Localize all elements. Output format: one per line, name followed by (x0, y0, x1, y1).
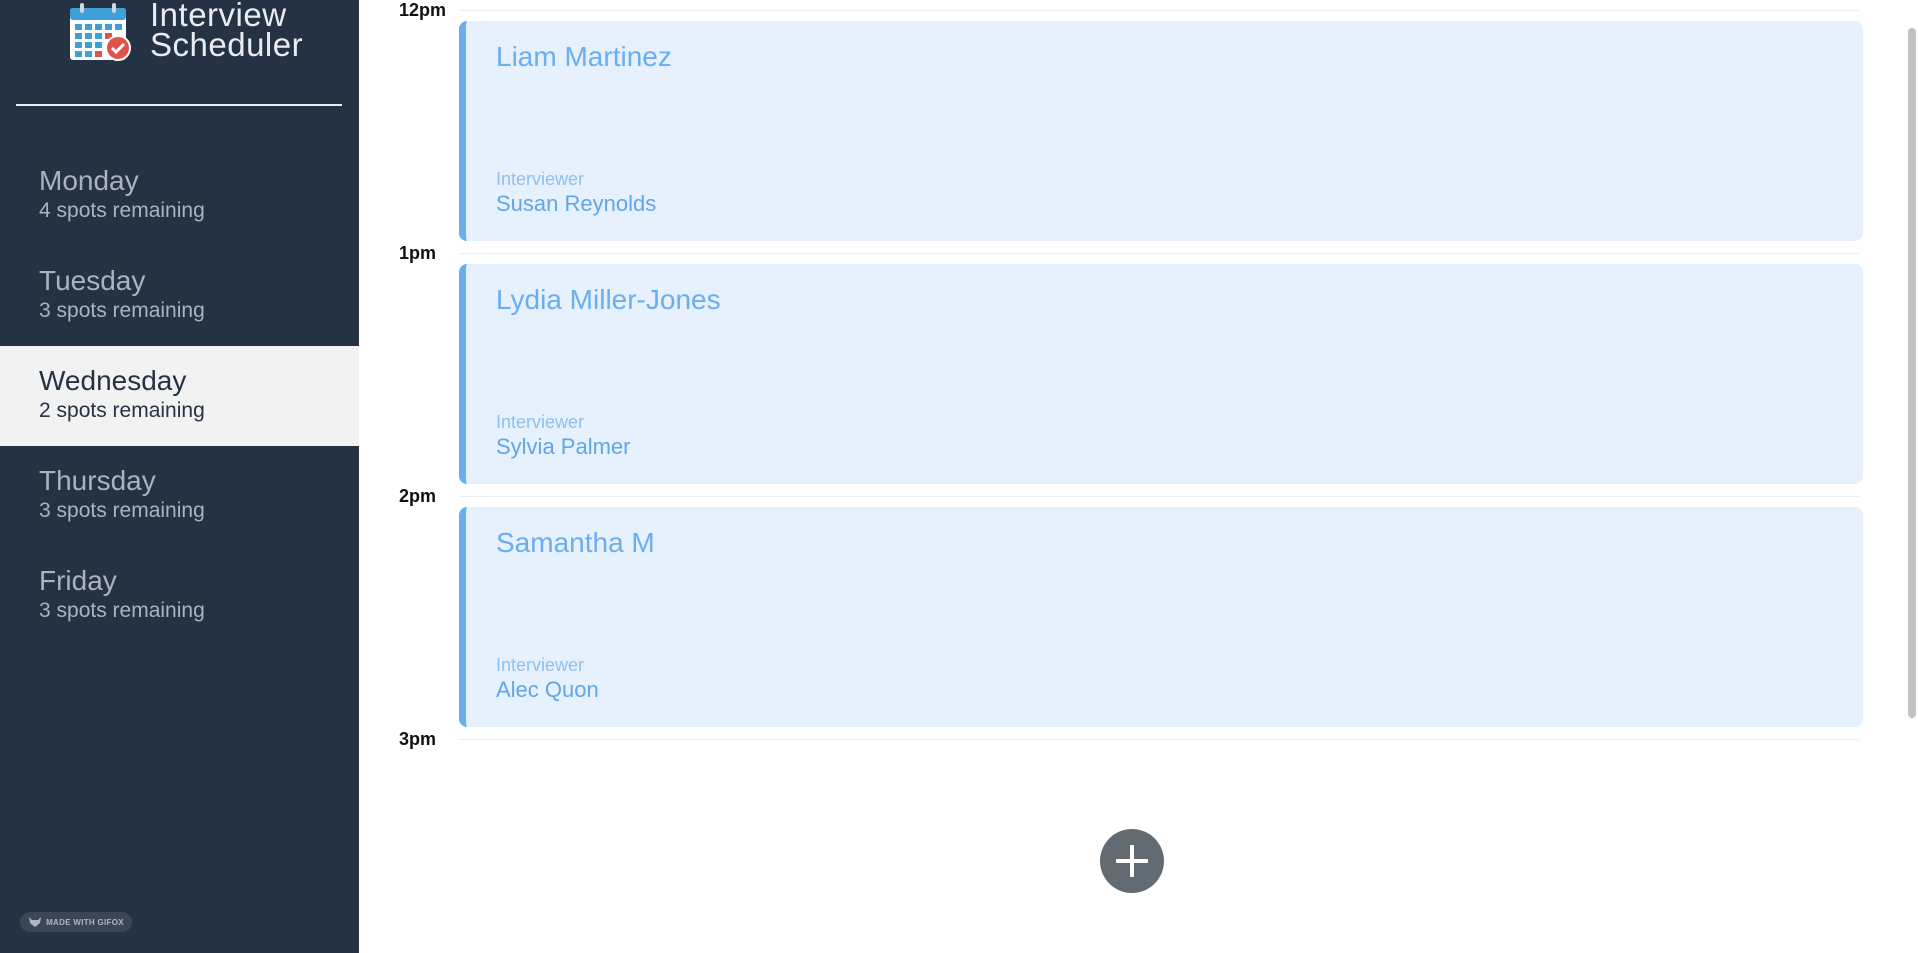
interviewer-name: Alec Quon (496, 677, 599, 702)
student-name: Samantha M (496, 527, 655, 558)
time-label: 1pm (399, 243, 437, 263)
gifox-badge-label: MADE WITH GIFOX (46, 917, 124, 927)
plus-icon (1116, 845, 1148, 877)
day-spots: 2 spots remaining (39, 399, 205, 422)
fox-icon (29, 917, 42, 927)
time-label: 3pm (399, 729, 437, 749)
student-name: Liam Martinez (496, 41, 672, 72)
time-divider (459, 10, 1859, 11)
day-item-wednesday[interactable]: Wednesday 2 spots remaining (0, 346, 359, 446)
time-divider (459, 496, 1859, 497)
interviewer-label: Interviewer (496, 169, 585, 189)
time-divider (459, 739, 1859, 740)
day-spots: 4 spots remaining (39, 199, 205, 222)
appointment-card[interactable]: Liam Martinez Interviewer Susan Reynolds (459, 21, 1863, 241)
app-title: Interview Scheduler (150, 0, 304, 63)
day-list: Monday 4 spots remaining Tuesday 3 spots… (0, 146, 359, 646)
schedule-main: 12pm Liam Martinez Interviewer Susan Rey… (359, 0, 1918, 953)
sidebar: Interview Scheduler Monday 4 spots remai… (0, 0, 359, 953)
calendar-check-icon (70, 3, 131, 61)
day-item-thursday[interactable]: Thursday 3 spots remaining (0, 446, 359, 546)
day-spots: 3 spots remaining (39, 499, 205, 522)
interviewer-label: Interviewer (496, 412, 585, 432)
day-name: Wednesday (39, 365, 187, 396)
sidebar-divider (16, 104, 342, 106)
appointment-card[interactable]: Samantha M Interviewer Alec Quon (459, 507, 1863, 727)
time-label: 12pm (399, 0, 447, 20)
interviewer-name: Sylvia Palmer (496, 434, 631, 459)
day-spots: 3 spots remaining (39, 599, 205, 622)
appointment-card[interactable]: Lydia Miller-Jones Interviewer Sylvia Pa… (459, 264, 1863, 484)
interviewer-name: Susan Reynolds (496, 191, 657, 216)
app-title-line2: Scheduler (150, 26, 304, 63)
day-name: Thursday (39, 465, 156, 496)
interviewer-label: Interviewer (496, 655, 585, 675)
time-divider (459, 253, 1859, 254)
day-item-friday[interactable]: Friday 3 spots remaining (0, 546, 359, 646)
gifox-badge[interactable]: MADE WITH GIFOX (20, 912, 132, 932)
day-name: Monday (39, 165, 139, 196)
day-item-tuesday[interactable]: Tuesday 3 spots remaining (0, 246, 359, 346)
day-spots: 3 spots remaining (39, 299, 205, 322)
day-item-monday[interactable]: Monday 4 spots remaining (0, 146, 359, 246)
student-name: Lydia Miller-Jones (496, 284, 721, 315)
day-name: Tuesday (39, 265, 146, 296)
time-label: 2pm (399, 486, 437, 506)
time-slot-3pm: 3pm (359, 729, 1859, 759)
add-appointment-button[interactable] (1100, 829, 1164, 893)
day-name: Friday (39, 565, 117, 596)
scrollbar[interactable] (1908, 28, 1916, 718)
